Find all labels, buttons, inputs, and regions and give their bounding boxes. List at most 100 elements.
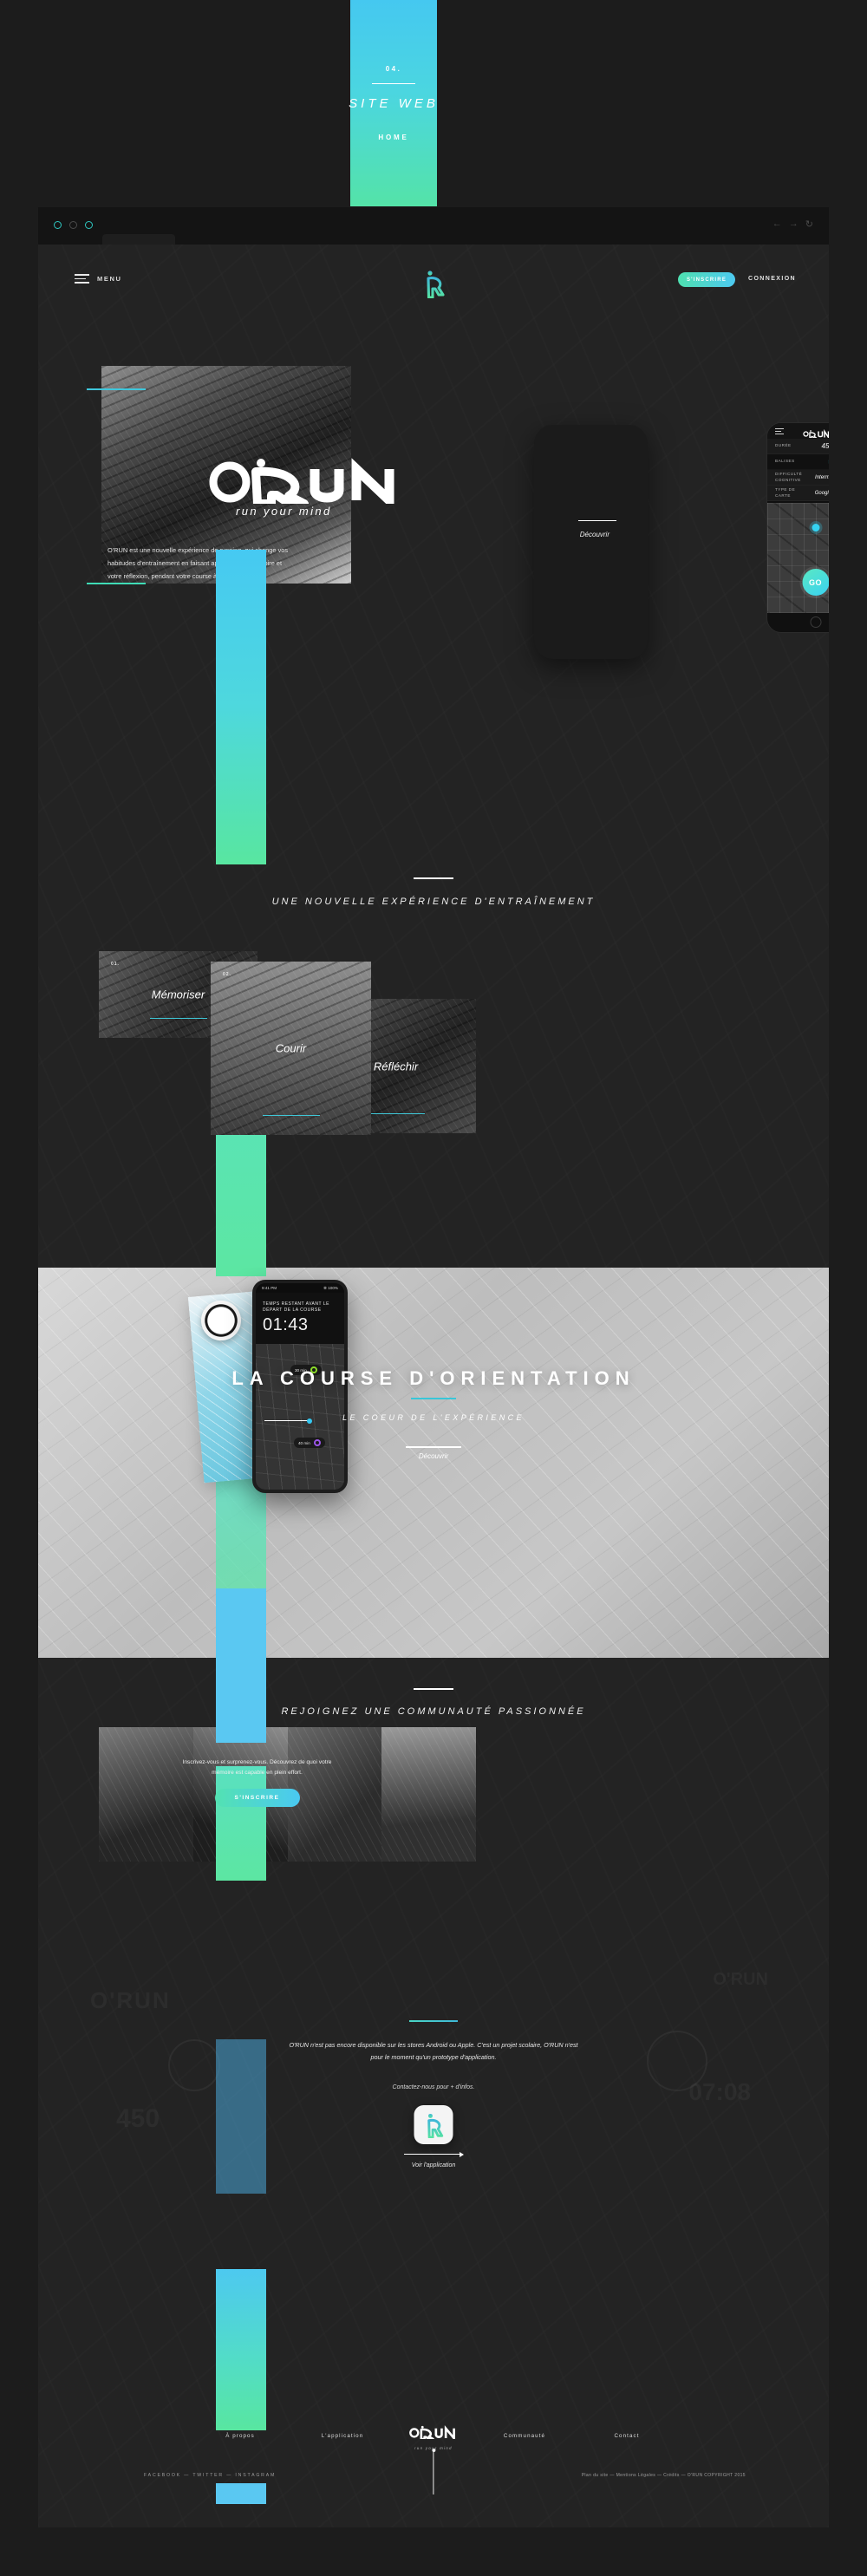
site-footer: À propos L'application Communauté Contac… (38, 2369, 829, 2527)
community-copy: Inscrivez-vous et surprenez-vous. Découv… (182, 1759, 332, 1777)
menu-label: MENU (97, 274, 122, 283)
community-heading-rule (414, 1688, 453, 1690)
go-button[interactable]: GO (802, 569, 829, 596)
footer-link-application[interactable]: L'application (291, 2433, 394, 2439)
phone-row-value: Intermédiaire (815, 474, 829, 480)
marker-label: 40 min (298, 1440, 310, 1445)
band-home-label: HOME (378, 134, 409, 141)
browser-window: ← → ↻ MENU S'INSCRIRE CONNEXION run your… (38, 207, 829, 2527)
maximize-icon[interactable] (85, 221, 93, 229)
community-heading: REJOIGNEZ UNE COMMUNAUTÉ PASSIONNÉE (281, 1706, 586, 1717)
app-link[interactable]: Voir l'application (38, 2162, 829, 2168)
phone-row-duree[interactable]: DURÉE 45:00 ⌄ (767, 439, 829, 454)
ghost-ring-decor (168, 2039, 220, 2091)
phone-hamburger-icon[interactable] (775, 428, 784, 434)
card-label: Courir (275, 1041, 307, 1055)
app-contact-text: Contactez-nous pour + d'infos. (392, 2084, 475, 2090)
app-icon[interactable] (414, 2105, 453, 2144)
hero-phone-screen: i DURÉE 45:00 ⌄ BALISES 5 ⌄ DIFFICULTÉ C… (766, 422, 829, 633)
accent-bar-footer (216, 2269, 266, 2430)
phone-row-label: BALISES (775, 459, 795, 464)
hamburger-icon[interactable] (75, 274, 89, 284)
race-countdown-timer: 01:43 (263, 1314, 309, 1334)
training-heading-rule (414, 877, 453, 879)
phone-map[interactable]: GO (767, 503, 829, 613)
bluetooth-icon: ✻ (323, 1285, 327, 1290)
app-link-arrow-icon (404, 2150, 464, 2158)
community-signup-button[interactable]: S'INSCRIRE (214, 1789, 300, 1808)
site-nav: MENU S'INSCRIRE CONNEXION (38, 267, 829, 302)
reload-icon[interactable]: ↻ (805, 218, 813, 230)
map-location-pin-icon (812, 524, 819, 532)
race-countdown-caption: TEMPS RESTANT AVANT LE DÉPART DE LA COUR… (263, 1301, 329, 1314)
footer-logo-tagline: run your mind (414, 2446, 453, 2450)
phone-row-value: Google Maps (814, 490, 829, 496)
phone-row-label: DURÉE (775, 443, 792, 448)
hero-tagline: run your mind (236, 505, 332, 518)
orientation-discover-link[interactable]: Découvrir (38, 1452, 829, 1460)
card-underline (262, 1114, 320, 1116)
browser-nav-controls[interactable]: ← → ↻ (772, 218, 813, 230)
phone-row-value: 5 (810, 458, 829, 466)
card-number: 02. (223, 972, 231, 977)
phone-row-label: DIFFICULTÉ COGNITIVE (775, 472, 803, 482)
phone-row-difficulte[interactable]: DIFFICULTÉ COGNITIVE Intermédiaire ⌄ (767, 470, 829, 486)
hero-phone-frame: i DURÉE 45:00 ⌄ BALISES 5 ⌄ DIFFICULTÉ C… (534, 422, 829, 659)
hero-top-rule (87, 388, 146, 390)
phone-status-bar: 9:41 PM ✻ 100% (256, 1283, 344, 1293)
battery-percent: 100% (328, 1285, 338, 1290)
phone-row-balises[interactable]: BALISES 5 ⌄ (767, 454, 829, 470)
phone-row-label: TYPE DE CARTE (775, 487, 796, 498)
card-underline (149, 1017, 207, 1019)
ghost-number-decor: 450 (116, 2104, 160, 2134)
compass-icon (201, 1301, 241, 1340)
band-title: SITE WEB (349, 96, 439, 111)
menu-button[interactable]: MENU (75, 274, 121, 284)
app-paragraph: O'RUN n'est pas encore disponible sur le… (289, 2041, 578, 2062)
site-logo[interactable] (420, 269, 447, 303)
login-link[interactable]: CONNEXION (748, 276, 796, 282)
community-photo (381, 1727, 476, 1862)
orientation-rule (411, 1398, 456, 1399)
hero-wordmark (207, 455, 408, 512)
ghost-timer-decor: 07:08 (688, 2078, 751, 2106)
forward-icon[interactable]: → (789, 218, 799, 230)
phone-row-carte[interactable]: TYPE DE CARTE Google Maps ⌄ (767, 486, 829, 501)
ghost-ring-decor (647, 2031, 707, 2091)
back-icon[interactable]: ← (772, 218, 782, 230)
phone-app-header: i (767, 423, 829, 440)
hero-label-band: 04. SITE WEB HOME (349, 0, 439, 206)
close-icon[interactable] (54, 221, 62, 229)
signup-button[interactable]: S'INSCRIRE (678, 272, 735, 287)
phone-row-value: 45:00 (821, 442, 829, 450)
card-label: Réfléchir (373, 1060, 419, 1073)
band-divider (372, 83, 415, 84)
footer-social-links[interactable]: FACEBOOK — TWITTER — INSTAGRAM (144, 2473, 276, 2478)
orientation-subtitle: LE COEUR DE L'EXPÉRIENCE (342, 1413, 525, 1422)
footer-link-communaute[interactable]: Communauté (473, 2433, 576, 2439)
band-number: 04. (385, 65, 402, 73)
card-number: 01. (111, 962, 120, 967)
card-label: Mémoriser (151, 988, 205, 1001)
marker-ring-icon (313, 1439, 321, 1446)
phone-home-button[interactable] (810, 616, 821, 628)
community-cta: Inscrivez-vous et surprenez-vous. Découv… (177, 1758, 337, 1808)
card-courir[interactable]: 02. Courir (211, 962, 371, 1135)
hero-discover-rule (578, 520, 616, 521)
footer-link-a-propos[interactable]: À propos (189, 2433, 291, 2439)
orientation-discover-rule (406, 1446, 461, 1448)
map-marker-40min[interactable]: 40 min (294, 1438, 325, 1448)
ghost-text-decor: O'RUN (90, 1987, 171, 2014)
accent-bar-app (216, 2039, 266, 2194)
footer-logo[interactable]: run your mind (408, 2424, 459, 2450)
orientation-section: 9:41 PM ✻ 100% TEMPS RESTANT AVANT LE DÉ… (38, 1268, 829, 1658)
browser-chrome: ← → ↻ (38, 207, 829, 245)
footer-link-contact[interactable]: Contact (576, 2433, 678, 2439)
ghost-text-decor: O'RUN (713, 1970, 768, 1990)
hero-discover-link[interactable]: Découvrir (580, 531, 610, 538)
training-heading: UNE NOUVELLE EXPÉRIENCE D'ENTRAÎNEMENT (271, 897, 596, 907)
minimize-icon[interactable] (69, 221, 77, 229)
accent-bar-orientation-mid (216, 1588, 266, 1743)
footer-legal-links[interactable]: Plan du site — Mentions Légales — Crédit… (582, 2473, 746, 2478)
window-controls[interactable] (54, 221, 93, 229)
